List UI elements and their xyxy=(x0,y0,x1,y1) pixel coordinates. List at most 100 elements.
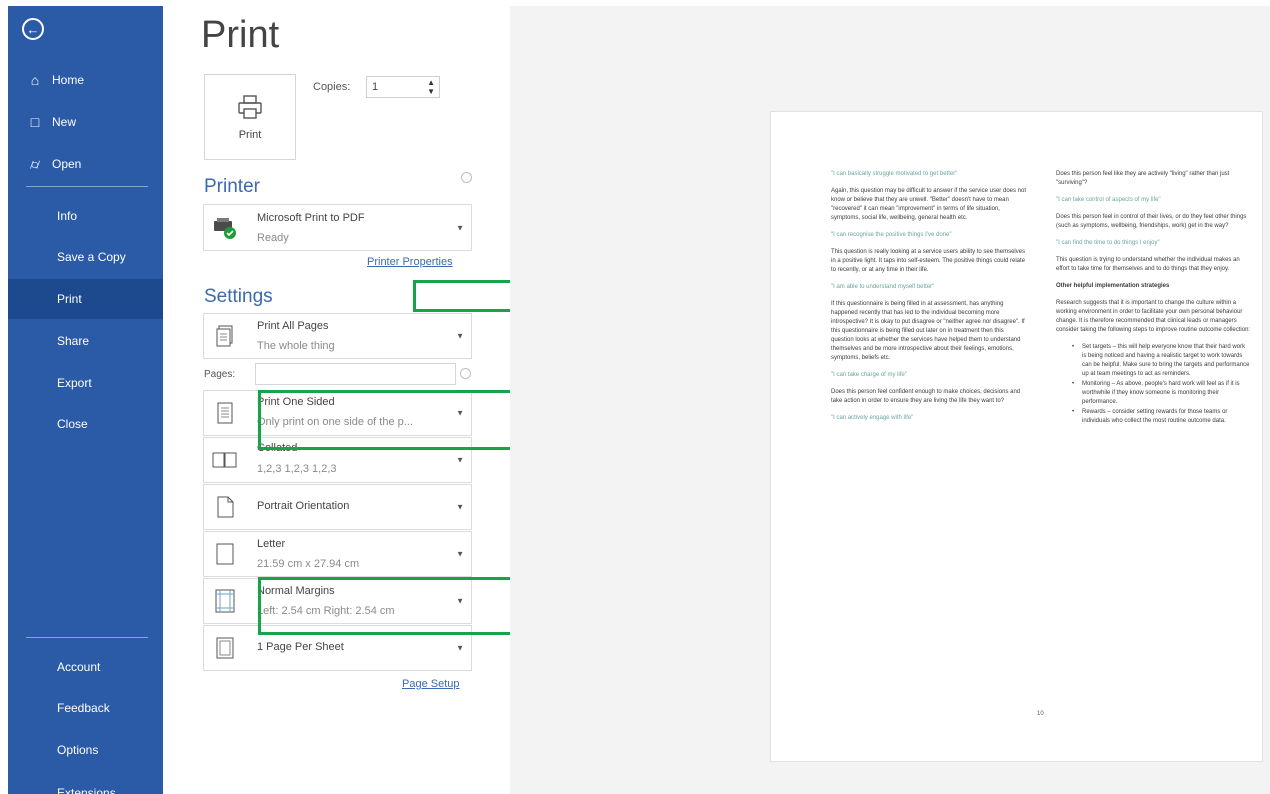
nav-new-label: New xyxy=(52,115,77,129)
preview-paragraph: This question is really looking at a ser… xyxy=(831,249,1026,273)
info-icon[interactable] xyxy=(460,368,471,379)
paper-size-title: Letter xyxy=(257,538,286,550)
print-range-title: Print All Pages xyxy=(257,320,329,332)
margins-icon xyxy=(215,589,235,613)
preview-bullet-item: Set targets – this will help everyone kn… xyxy=(1072,343,1251,379)
nav-feedback-label: Feedback xyxy=(57,701,110,715)
nav-save-copy-label: Save a Copy xyxy=(57,250,126,264)
highlight-box xyxy=(258,577,540,635)
print-range-dropdown[interactable]: Print All Pages The whole thing ▼ xyxy=(203,313,472,359)
preview-bullet-item: Monitoring – As above, people's hard wor… xyxy=(1072,380,1251,407)
nav-export[interactable]: Export xyxy=(8,363,163,403)
paper-size-dropdown[interactable]: Letter 21.59 cm x 27.94 cm ▼ xyxy=(203,531,472,577)
preview-paragraph: Research suggests that it is important t… xyxy=(1056,300,1251,333)
preview-bullet-item: Rewards – consider setting rewards for t… xyxy=(1072,408,1251,426)
nav-export-label: Export xyxy=(57,376,92,390)
nav-save-copy[interactable]: Save a Copy xyxy=(8,237,163,277)
nav-feedback[interactable]: Feedback xyxy=(8,688,163,728)
highlight-box xyxy=(258,390,542,450)
sidebar-divider xyxy=(26,637,148,638)
page-title: Print xyxy=(201,14,280,56)
nav-print[interactable]: Print xyxy=(8,279,163,319)
nav-print-label: Print xyxy=(57,292,82,306)
folder-icon: ⌭ xyxy=(29,155,41,172)
printer-properties-link[interactable]: Printer Properties xyxy=(367,256,453,268)
print-button-label: Print xyxy=(238,129,262,141)
printer-dropdown[interactable]: Microsoft Print to PDF Ready ▼ xyxy=(203,204,472,251)
copies-spinner[interactable]: ▲ ▼ xyxy=(427,78,435,96)
pages-input[interactable] xyxy=(255,363,456,385)
preview-page: "I can basically struggle motivated to g… xyxy=(770,111,1263,762)
portrait-icon xyxy=(217,496,234,518)
chevron-down-icon: ▼ xyxy=(456,455,464,465)
preview-paragraph: "I can take charge of my life" xyxy=(831,372,907,378)
nav-new[interactable]: □ New xyxy=(8,102,163,142)
page-setup-link[interactable]: Page Setup xyxy=(402,678,460,690)
nav-close-label: Close xyxy=(57,417,88,431)
pages-per-sheet-title: 1 Page Per Sheet xyxy=(257,641,344,653)
nav-info-label: Info xyxy=(57,209,78,223)
chevron-down-icon: ▼ xyxy=(456,331,464,341)
nav-extensions-label: Extensions xyxy=(57,786,116,794)
printer-status: Ready xyxy=(257,232,289,244)
print-range-sub: The whole thing xyxy=(257,340,335,352)
preview-paragraph: Again, this question may be difficult to… xyxy=(831,188,1026,221)
preview-paragraph: This question is trying to understand wh… xyxy=(1056,257,1240,272)
orientation-title: Portrait Orientation xyxy=(257,500,350,512)
pages-label: Pages: xyxy=(204,369,236,380)
preview-paragraph: "I can take control of aspects of my lif… xyxy=(1056,197,1161,203)
nav-close[interactable]: Close xyxy=(8,404,163,444)
page-per-sheet-icon xyxy=(216,637,234,659)
info-icon[interactable] xyxy=(461,172,472,183)
chevron-down-icon: ▼ xyxy=(456,643,464,653)
pages-icon xyxy=(216,325,233,347)
preview-paragraph: Does this person feel in control of thei… xyxy=(1056,214,1247,229)
chevron-down-icon: ▼ xyxy=(456,223,464,232)
print-button[interactable]: Print xyxy=(204,74,296,160)
nav-home-label: Home xyxy=(52,73,85,87)
backstage-sidebar: ← ⌂ Home □ New ⌭ Open Info Save a Copy P… xyxy=(8,6,163,794)
nav-share[interactable]: Share xyxy=(8,321,163,361)
preview-paragraph: If this questionnaire is being filled in… xyxy=(831,301,1025,361)
settings-heading: Settings xyxy=(204,286,273,307)
nav-options-label: Options xyxy=(57,743,99,757)
nav-account[interactable]: Account xyxy=(8,647,163,687)
new-document-icon: □ xyxy=(30,114,40,130)
nav-open[interactable]: ⌭ Open xyxy=(8,144,163,184)
paper-icon xyxy=(216,543,234,565)
printer-icon xyxy=(238,95,262,119)
nav-open-label: Open xyxy=(52,157,82,171)
nav-extensions[interactable]: Extensions xyxy=(8,772,163,794)
preview-paragraph: Other helpful implementation strategies xyxy=(1056,283,1170,289)
preview-paragraph: "I am able to understand myself better" xyxy=(831,284,935,290)
back-arrow-icon[interactable]: ← xyxy=(22,18,44,40)
preview-paragraph: "I can find the time to do things I enjo… xyxy=(1056,240,1160,246)
chevron-down-icon: ▼ xyxy=(456,502,464,512)
home-icon: ⌂ xyxy=(30,72,40,88)
preview-bullet-list: Set targets – this will help everyone kn… xyxy=(1072,343,1251,426)
copies-value: 1 xyxy=(372,81,379,93)
page-number: 10 xyxy=(1037,711,1044,717)
preview-paragraph: "I can basically struggle motivated to g… xyxy=(831,171,958,177)
preview-paragraph: Does this person feel like they are acti… xyxy=(1056,171,1230,186)
nav-options[interactable]: Options xyxy=(8,730,163,770)
preview-paragraph: "I can actively engage with life" xyxy=(831,415,914,421)
preview-paragraph: Does this person feel confident enough t… xyxy=(831,389,1021,404)
preview-paragraph: "I can recognise the positive things I'v… xyxy=(831,232,952,238)
printer-heading: Printer xyxy=(204,176,260,197)
chevron-down-icon: ▼ xyxy=(456,549,464,559)
preview-left-column: "I can basically struggle motivated to g… xyxy=(831,170,1026,431)
nav-info[interactable]: Info xyxy=(8,196,163,236)
collated-icon xyxy=(212,452,237,468)
nav-share-label: Share xyxy=(57,334,90,348)
printer-name: Microsoft Print to PDF xyxy=(257,212,365,224)
paper-size-sub: 21.59 cm x 27.94 cm xyxy=(257,558,360,570)
sidebar-divider xyxy=(26,186,148,187)
collation-sub: 1,2,3 1,2,3 1,2,3 xyxy=(257,463,337,475)
nav-account-label: Account xyxy=(57,660,101,674)
copies-input[interactable]: 1 ▲ ▼ xyxy=(366,76,440,98)
printer-ready-icon xyxy=(214,217,236,239)
preview-right-column: Does this person feel like they are acti… xyxy=(1056,170,1251,427)
nav-home[interactable]: ⌂ Home xyxy=(8,60,163,100)
orientation-dropdown[interactable]: Portrait Orientation ▼ xyxy=(203,484,472,530)
